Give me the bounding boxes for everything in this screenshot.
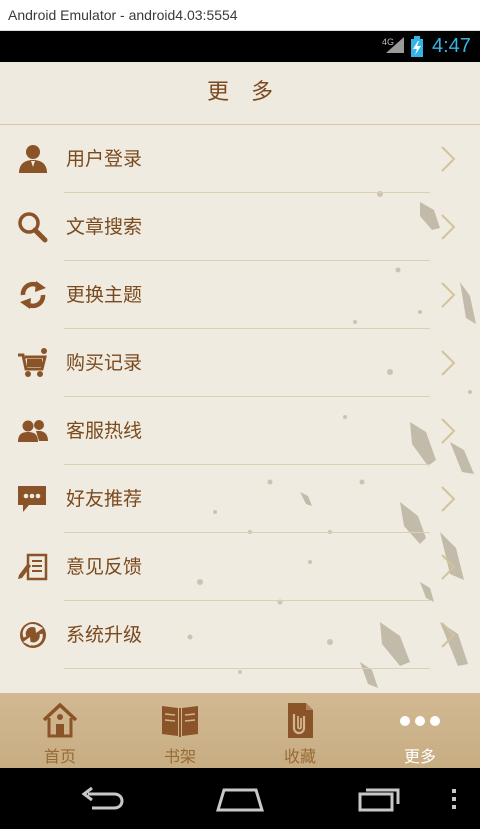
menu-item-label: 系统升级 <box>66 624 143 646</box>
tab-home[interactable]: 首页 <box>0 693 120 768</box>
chevron-right-icon <box>441 282 456 308</box>
chevron-right-icon <box>441 418 456 444</box>
page-title: 更多 <box>206 80 295 105</box>
favorites-icon <box>288 703 313 738</box>
chat-bubble-icon <box>18 486 46 512</box>
app-screen: 更多 用户登录 文章搜索 更换主题 购买记录 客服热线 好友推荐 意见反馈 系统… <box>0 62 480 693</box>
battery-charging-icon <box>411 36 423 57</box>
menu-item-change-theme[interactable]: 更换主题 <box>0 261 480 329</box>
android-navigation-bar <box>0 768 480 829</box>
menu-item-user-login[interactable]: 用户登录 <box>0 125 480 193</box>
chevron-right-icon <box>441 486 456 512</box>
menu-item-article-search[interactable]: 文章搜索 <box>0 193 480 261</box>
emulator-window-title: Android Emulator - android4.03:5554 <box>0 0 480 31</box>
divider <box>64 668 430 669</box>
status-bar: 4G 4:47 <box>0 31 480 62</box>
chevron-right-icon <box>441 554 456 580</box>
menu-item-feedback[interactable]: 意见反馈 <box>0 533 480 601</box>
upgrade-icon <box>20 622 46 648</box>
menu-item-purchase-history[interactable]: 购买记录 <box>0 329 480 397</box>
menu-item-label: 用户登录 <box>66 148 143 170</box>
open-book-icon <box>162 706 198 737</box>
network-type: 4G <box>382 37 395 47</box>
tab-more[interactable]: 更多 <box>360 693 480 768</box>
back-icon[interactable] <box>78 786 124 812</box>
tab-label: 收藏 <box>283 747 316 766</box>
chevron-right-icon <box>441 146 456 172</box>
menu-item-recommend-friends[interactable]: 好友推荐 <box>0 465 480 533</box>
header-bar: 更多 <box>0 62 480 125</box>
menu-item-system-upgrade[interactable]: 系统升级 <box>0 601 480 669</box>
status-time: 4:47 <box>432 35 471 57</box>
user-icon <box>19 145 47 173</box>
more-dots-icon <box>400 716 440 726</box>
home-icon <box>42 702 78 738</box>
recent-apps-icon[interactable] <box>358 786 404 812</box>
feedback-icon <box>18 553 48 581</box>
home-button-icon[interactable] <box>216 786 264 812</box>
chevron-right-icon <box>441 350 456 376</box>
overflow-menu-icon[interactable] <box>450 788 458 810</box>
refresh-icon <box>20 281 46 309</box>
customer-service-icon <box>18 420 48 442</box>
tab-favorites[interactable]: 收藏 <box>240 693 360 768</box>
menu-item-label: 文章搜索 <box>66 216 143 238</box>
tab-bookshelf[interactable]: 书架 <box>120 693 240 768</box>
menu-item-label: 好友推荐 <box>66 488 143 510</box>
tab-label: 首页 <box>43 747 76 766</box>
tab-label: 书架 <box>163 747 196 766</box>
menu-item-label: 客服热线 <box>66 420 143 442</box>
bottom-tab-bar: 首页 书架 收藏 更多 <box>0 693 480 768</box>
shopping-cart-icon <box>18 348 47 377</box>
chevron-right-icon <box>441 214 456 240</box>
menu-item-label: 意见反馈 <box>66 556 143 578</box>
tab-label: 更多 <box>403 747 436 766</box>
search-icon <box>18 212 48 243</box>
menu-item-customer-hotline[interactable]: 客服热线 <box>0 397 480 465</box>
menu-item-label: 更换主题 <box>66 284 143 306</box>
menu-item-label: 购买记录 <box>66 352 143 374</box>
chevron-right-icon <box>441 622 456 648</box>
